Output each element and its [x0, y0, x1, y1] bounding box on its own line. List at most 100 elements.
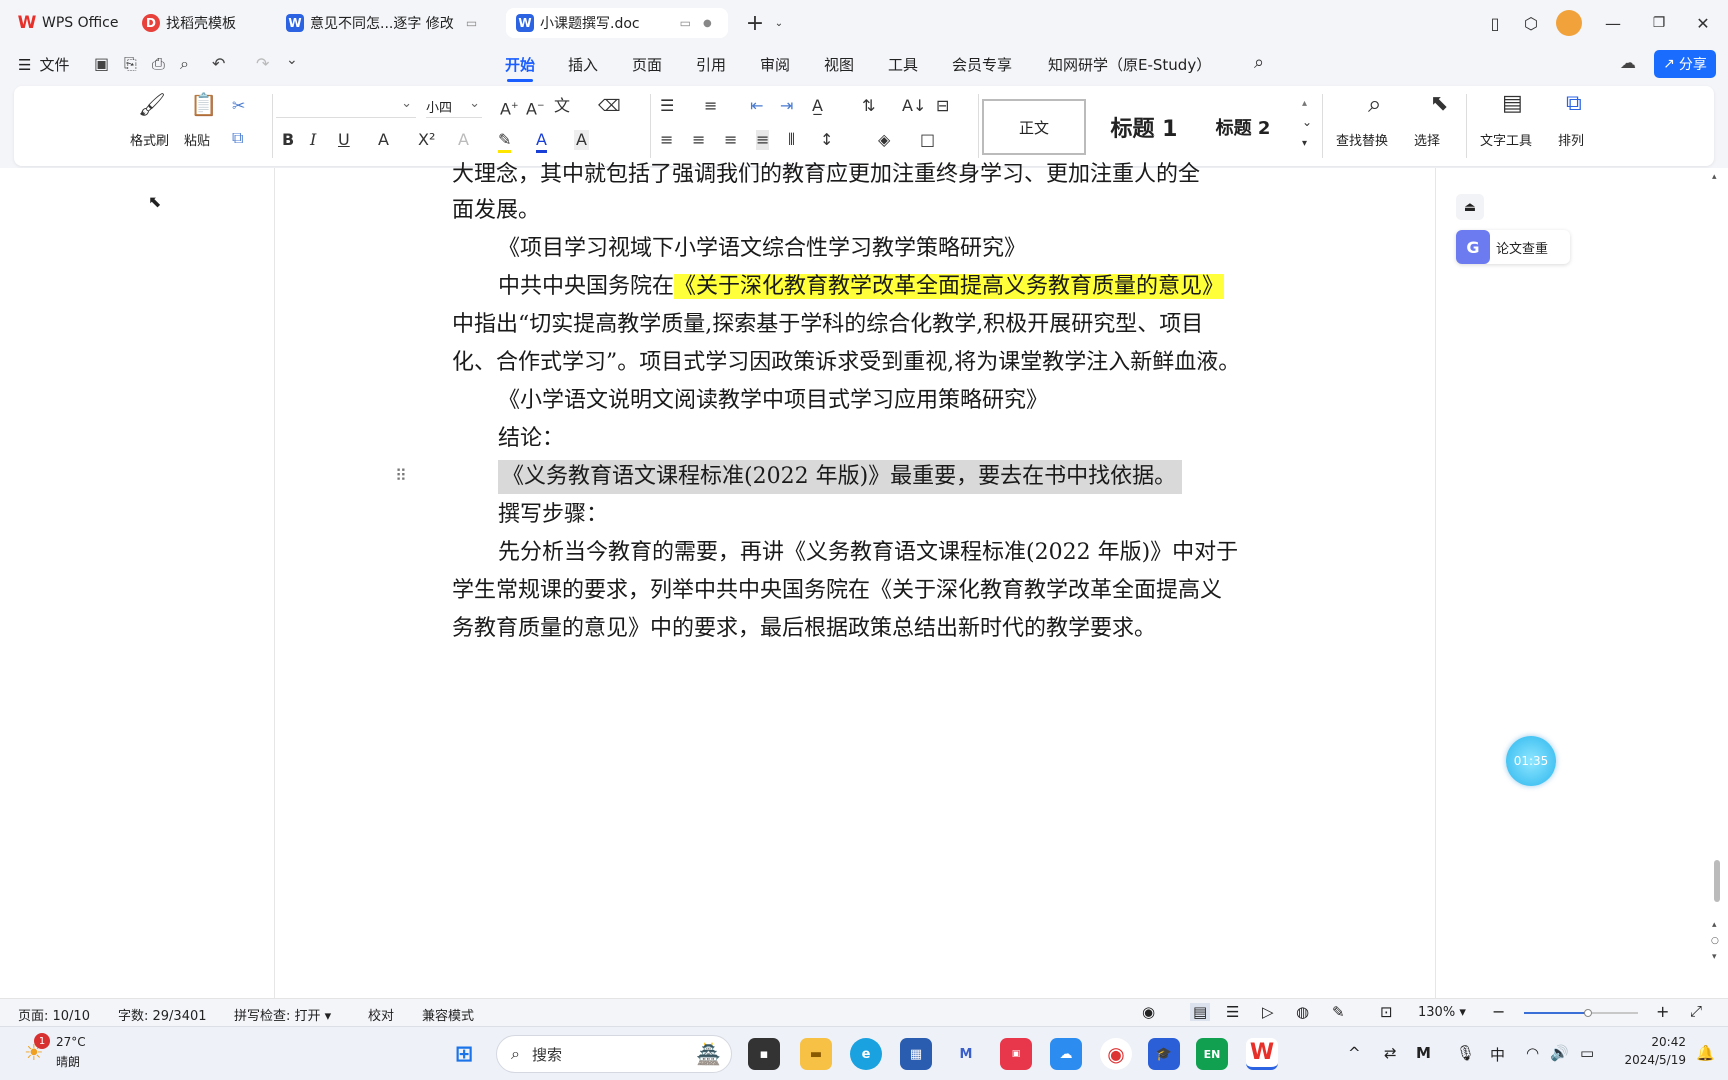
- cut-icon[interactable]: ✂: [232, 96, 245, 116]
- file-menu[interactable]: ☰ 文件: [18, 54, 69, 75]
- store-icon[interactable]: ▦: [900, 1038, 932, 1070]
- align-justify-icon[interactable]: ≡: [756, 130, 770, 150]
- fit-page-icon[interactable]: ⊡: [1380, 1003, 1393, 1021]
- arrange-icon[interactable]: ⧉: [1566, 93, 1582, 115]
- next-page-icon[interactable]: ▾: [1712, 952, 1717, 962]
- print-icon[interactable]: ⎙: [152, 54, 165, 74]
- zoom-slider[interactable]: [1524, 1009, 1638, 1017]
- menu-review[interactable]: 审阅: [760, 54, 790, 75]
- fullscreen-icon[interactable]: ⤢: [1690, 1002, 1702, 1020]
- sort-icon[interactable]: ⇅: [862, 96, 875, 116]
- timer-widget[interactable]: 01:35: [1506, 736, 1556, 786]
- page-indicator[interactable]: 页面: 10/10: [18, 1005, 90, 1024]
- clock-date[interactable]: 2024/5/19: [1600, 1053, 1686, 1067]
- char-shading-button[interactable]: A: [574, 130, 589, 150]
- wifi-icon[interactable]: ◠: [1526, 1044, 1539, 1062]
- align-right-icon[interactable]: ≡: [724, 130, 737, 150]
- paragraph-line[interactable]: 先分析当今教育的需要，再讲《义务教育语文课程标准(2022 年版)》中对于: [498, 538, 1238, 568]
- selected-paragraph[interactable]: 《义务教育语文课程标准(2022 年版)》最重要，要去在书中找依据。: [498, 460, 1183, 494]
- paragraph-line[interactable]: 撰写步骤：: [498, 500, 608, 530]
- numbered-list-icon[interactable]: ≡: [704, 96, 717, 116]
- menu-tools[interactable]: 工具: [888, 54, 918, 75]
- grow-font-icon[interactable]: A+: [500, 96, 519, 119]
- paste-icon[interactable]: 📋: [190, 95, 217, 117]
- eye-icon[interactable]: ◉: [1142, 1003, 1155, 1021]
- bold-button[interactable]: B: [282, 130, 294, 150]
- restore-button[interactable]: ❐: [1646, 10, 1672, 36]
- tab-docer-templates[interactable]: D 找稻壳模板: [132, 8, 270, 38]
- text-tools-button[interactable]: 文字工具: [1480, 130, 1532, 149]
- styles-scroll-down-icon[interactable]: ⌄: [1302, 112, 1312, 132]
- spell-check-toggle[interactable]: 拼写检查: 打开 ▾: [234, 1005, 331, 1024]
- outline-view-icon[interactable]: ☰: [1226, 1003, 1239, 1021]
- style-heading-1[interactable]: 标题 1: [1096, 99, 1192, 155]
- paper-check-button[interactable]: G 论文查重: [1456, 230, 1570, 264]
- study-app-icon[interactable]: 🎓: [1148, 1038, 1180, 1070]
- menu-member[interactable]: 会员专享: [952, 54, 1012, 75]
- clock-time[interactable]: 20:42: [1616, 1035, 1686, 1049]
- scrollbar-thumb[interactable]: [1714, 860, 1720, 902]
- distribute-icon[interactable]: ⦀: [788, 130, 795, 150]
- browse-object-icon[interactable]: ○: [1711, 936, 1719, 946]
- zoom-out-button[interactable]: −: [1492, 1002, 1505, 1021]
- find-replace-button[interactable]: 查找替换: [1336, 130, 1388, 149]
- proofread-button[interactable]: 校对: [368, 1005, 394, 1024]
- paragraph-line[interactable]: 务教育质量的意见》中的要求，最后根据政策总结出新时代的教学要求。: [452, 614, 1156, 644]
- weather-widget[interactable]: ☀ 1: [18, 1033, 52, 1069]
- styles-expand-icon[interactable]: ▾: [1302, 134, 1307, 154]
- avatar[interactable]: [1556, 10, 1582, 36]
- cloud-app-icon[interactable]: ☁: [1050, 1038, 1082, 1070]
- web-view-icon[interactable]: ◍: [1296, 1003, 1309, 1021]
- paste-button[interactable]: 粘贴: [184, 130, 210, 149]
- sort-az-icon[interactable]: A↓: [902, 96, 926, 116]
- italic-button[interactable]: I: [310, 130, 316, 150]
- notification-bell-icon[interactable]: 🔔: [1696, 1044, 1715, 1062]
- new-tab-button[interactable]: +: [742, 10, 768, 36]
- cube-icon[interactable]: ⬡: [1518, 10, 1544, 36]
- speaker-icon[interactable]: 🔊: [1550, 1044, 1569, 1062]
- zoom-level[interactable]: 130% ▾: [1418, 1005, 1466, 1020]
- paragraph-line[interactable]: 《小学语文说明文阅读教学中项目式学习应用策略研究》: [498, 386, 1048, 416]
- phonetic-icon[interactable]: 文: [554, 96, 570, 116]
- document-page[interactable]: 大理念，其中就包括了强调我们的教育应更加注重终身学习、更加注重人的全 面发展。 …: [274, 162, 1436, 1000]
- align-left-icon[interactable]: ≡: [660, 130, 673, 150]
- paragraph-line[interactable]: 大理念，其中就包括了强调我们的教育应更加注重终身学习、更加注重人的全: [452, 160, 1200, 190]
- clear-format-icon[interactable]: ⌫: [598, 96, 621, 116]
- save-icon[interactable]: ▣: [94, 54, 109, 73]
- select-button[interactable]: 选择: [1414, 130, 1440, 149]
- menu-view[interactable]: 视图: [824, 54, 854, 75]
- paragraph-line[interactable]: 《项目学习视域下小学语文综合性学习教学策略研究》: [498, 234, 1026, 264]
- redo-icon[interactable]: ↷: [256, 54, 269, 73]
- paragraph-line[interactable]: 面发展。: [452, 196, 540, 226]
- font-size-select[interactable]: 小四 ⌄: [426, 94, 482, 118]
- chevron-down-icon[interactable]: ⌄: [766, 10, 792, 36]
- find-icon[interactable]: ⌕: [1368, 92, 1381, 116]
- share-button[interactable]: ↗ 分享: [1654, 50, 1716, 78]
- battery-icon[interactable]: ▭: [1580, 1044, 1594, 1062]
- wps-taskbar-icon[interactable]: W: [1246, 1038, 1278, 1070]
- ime-indicator[interactable]: 中: [1490, 1044, 1505, 1065]
- app-m-icon[interactable]: M: [950, 1038, 982, 1070]
- text-tools-icon[interactable]: ▤: [1502, 93, 1523, 115]
- search-icon[interactable]: ⌕: [1254, 52, 1264, 73]
- chat-icon[interactable]: ☁: [1620, 53, 1636, 72]
- copy-icon[interactable]: ⧉: [232, 128, 243, 148]
- play-icon[interactable]: ▷: [1262, 1003, 1274, 1021]
- zoom-in-button[interactable]: +: [1656, 1002, 1669, 1021]
- minimize-button[interactable]: —: [1600, 10, 1626, 36]
- tray-app-icon[interactable]: M: [1416, 1044, 1431, 1062]
- pen-icon[interactable]: ✎: [1332, 1003, 1345, 1021]
- style-heading-2[interactable]: 标题 2: [1200, 99, 1286, 155]
- shading-icon[interactable]: ◈: [878, 130, 890, 150]
- chrome-icon[interactable]: ◉: [1100, 1038, 1132, 1070]
- scroll-up-icon[interactable]: ▴: [1712, 172, 1717, 182]
- huawei-app-icon[interactable]: ▣: [1000, 1038, 1032, 1070]
- text-direction-icon[interactable]: A̲: [812, 96, 823, 116]
- bullet-list-icon[interactable]: ☰: [660, 96, 674, 116]
- text-effect-button[interactable]: A: [458, 130, 469, 150]
- increase-indent-icon[interactable]: ⇥: [780, 96, 793, 116]
- paragraph-line[interactable]: 学生常规课的要求，列举中共中央国务院在《关于深化教育教学改革全面提高义: [452, 576, 1222, 606]
- microphone-icon[interactable]: 🎙: [1456, 1044, 1475, 1062]
- font-name-select[interactable]: ⌄: [276, 94, 416, 118]
- edge-browser-icon[interactable]: e: [850, 1038, 882, 1070]
